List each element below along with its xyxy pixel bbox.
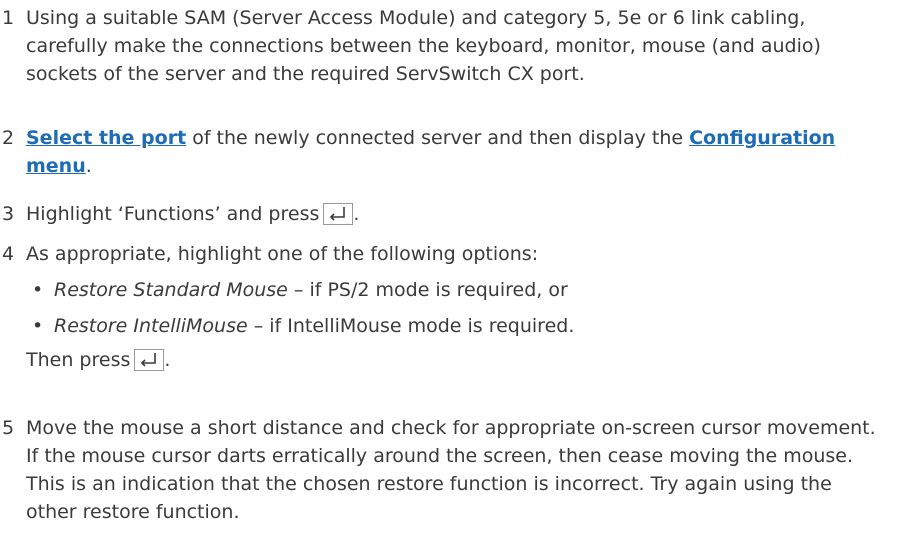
step-number: 1: [2, 7, 15, 29]
option-name: Restore Standard Mouse: [54, 279, 288, 301]
step-number: 5: [2, 417, 15, 439]
step-text-main: Highlight ‘Functions’ and press: [26, 203, 320, 225]
option-description: – if IntelliMouse mode is required.: [247, 315, 575, 337]
bullet: •: [32, 279, 44, 301]
step-2: 2 Select the port of the newly connected…: [2, 124, 882, 180]
bullet: •: [32, 315, 44, 337]
step-text: Move the mouse a short distance and chec…: [26, 417, 876, 523]
step-4: 4 As appropriate, highlight one of the f…: [2, 240, 882, 374]
step-text-end: .: [85, 155, 92, 177]
list-item: • Restore IntelliMouse – if IntelliMouse …: [26, 312, 882, 340]
step-text: Select the port of the newly connected s…: [26, 124, 882, 180]
then-text: Then press: [26, 349, 131, 371]
enter-key-icon: [323, 203, 354, 225]
step-3: 3 Highlight ‘Functions’ and press .: [2, 200, 882, 228]
enter-key-icon: [134, 349, 165, 371]
instructions-document: 1 Using a suitable SAM (Server Access Mo…: [0, 0, 905, 535]
step-1: 1 Using a suitable SAM (Server Access Mo…: [2, 4, 882, 88]
options-list: • Restore Standard Mouse – if PS/2 mode i…: [26, 276, 882, 340]
step-text: Using a suitable SAM (Server Access Modu…: [26, 7, 821, 85]
select-port-link[interactable]: Select the port: [26, 127, 186, 149]
then-line: Then press .: [26, 346, 882, 374]
step-text-end: .: [164, 349, 171, 371]
step-text-end: .: [353, 203, 360, 225]
step-body: As appropriate, highlight one of the fol…: [26, 240, 882, 374]
step-text-middle: of the newly connected server and then d…: [186, 127, 690, 149]
step-number: 4: [2, 243, 15, 265]
step-text: As appropriate, highlight one of the fol…: [26, 243, 539, 265]
step-number: 3: [2, 203, 15, 225]
list-item: • Restore Standard Mouse – if PS/2 mode i…: [26, 276, 882, 304]
step-text: Highlight ‘Functions’ and press .: [26, 200, 882, 228]
option-description: – if PS/2 mode is required, or: [287, 279, 568, 301]
option-name: Restore IntelliMouse: [54, 315, 248, 337]
step-5: 5 Move the mouse a short distance and ch…: [2, 414, 882, 526]
step-number: 2: [2, 127, 15, 149]
